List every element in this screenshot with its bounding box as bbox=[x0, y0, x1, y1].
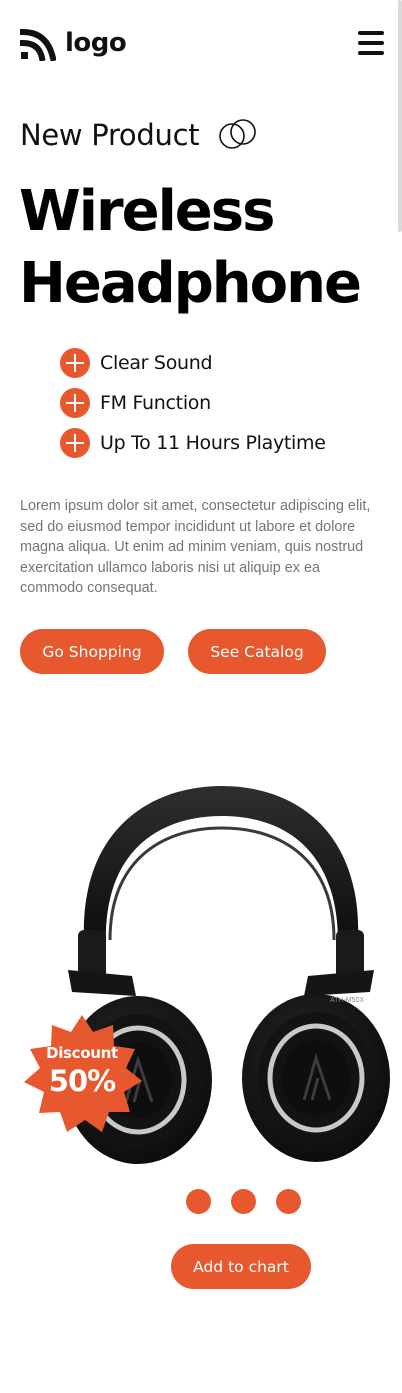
feature-label: Up To 11 Hours Playtime bbox=[100, 432, 326, 454]
carousel-dot[interactable] bbox=[276, 1189, 301, 1214]
carousel-dots bbox=[186, 1189, 301, 1214]
logo-text: logo bbox=[65, 28, 127, 58]
feature-item: FM Function bbox=[60, 383, 326, 423]
brand-logo[interactable]: logo bbox=[20, 25, 127, 61]
add-to-cart-button[interactable]: Add to chart bbox=[171, 1244, 311, 1289]
product-description: Lorem ipsum dolor sit amet, consectetur … bbox=[20, 498, 371, 596]
product-eyebrow: New Product bbox=[20, 118, 259, 152]
feature-list: Clear Sound FM Function Up To 11 Hours P… bbox=[60, 343, 326, 463]
overlapping-circles-icon bbox=[219, 119, 257, 149]
go-shopping-button[interactable]: Go Shopping bbox=[20, 629, 164, 674]
page-scrollbar[interactable] bbox=[398, 0, 402, 232]
discount-badge: Discount 50% bbox=[22, 1015, 142, 1133]
carousel-dot[interactable] bbox=[186, 1189, 211, 1214]
badge-text: Discount 50% bbox=[22, 1015, 142, 1133]
plus-circle-icon bbox=[60, 348, 90, 378]
see-catalog-button[interactable]: See Catalog bbox=[188, 629, 326, 674]
hamburger-menu-icon[interactable] bbox=[358, 31, 384, 55]
feature-item: Clear Sound bbox=[60, 343, 326, 383]
feature-label: Clear Sound bbox=[100, 352, 213, 374]
ear-cup-print: ATH-M50X bbox=[330, 997, 364, 1004]
badge-label: Discount bbox=[46, 1044, 118, 1062]
site-header: logo bbox=[20, 24, 384, 62]
title-line-1: Wireless bbox=[19, 179, 275, 244]
plus-circle-icon bbox=[60, 428, 90, 458]
eyebrow-text: New Product bbox=[20, 118, 200, 152]
feature-label: FM Function bbox=[100, 392, 211, 414]
plus-circle-icon bbox=[60, 388, 90, 418]
title-line-2: Headphone bbox=[19, 251, 362, 316]
logo-icon bbox=[20, 28, 56, 61]
feature-item: Up To 11 Hours Playtime bbox=[60, 423, 326, 463]
product-title: Wireless Headphone bbox=[19, 176, 362, 320]
badge-value: 50% bbox=[48, 1064, 116, 1098]
carousel-dot[interactable] bbox=[231, 1189, 256, 1214]
